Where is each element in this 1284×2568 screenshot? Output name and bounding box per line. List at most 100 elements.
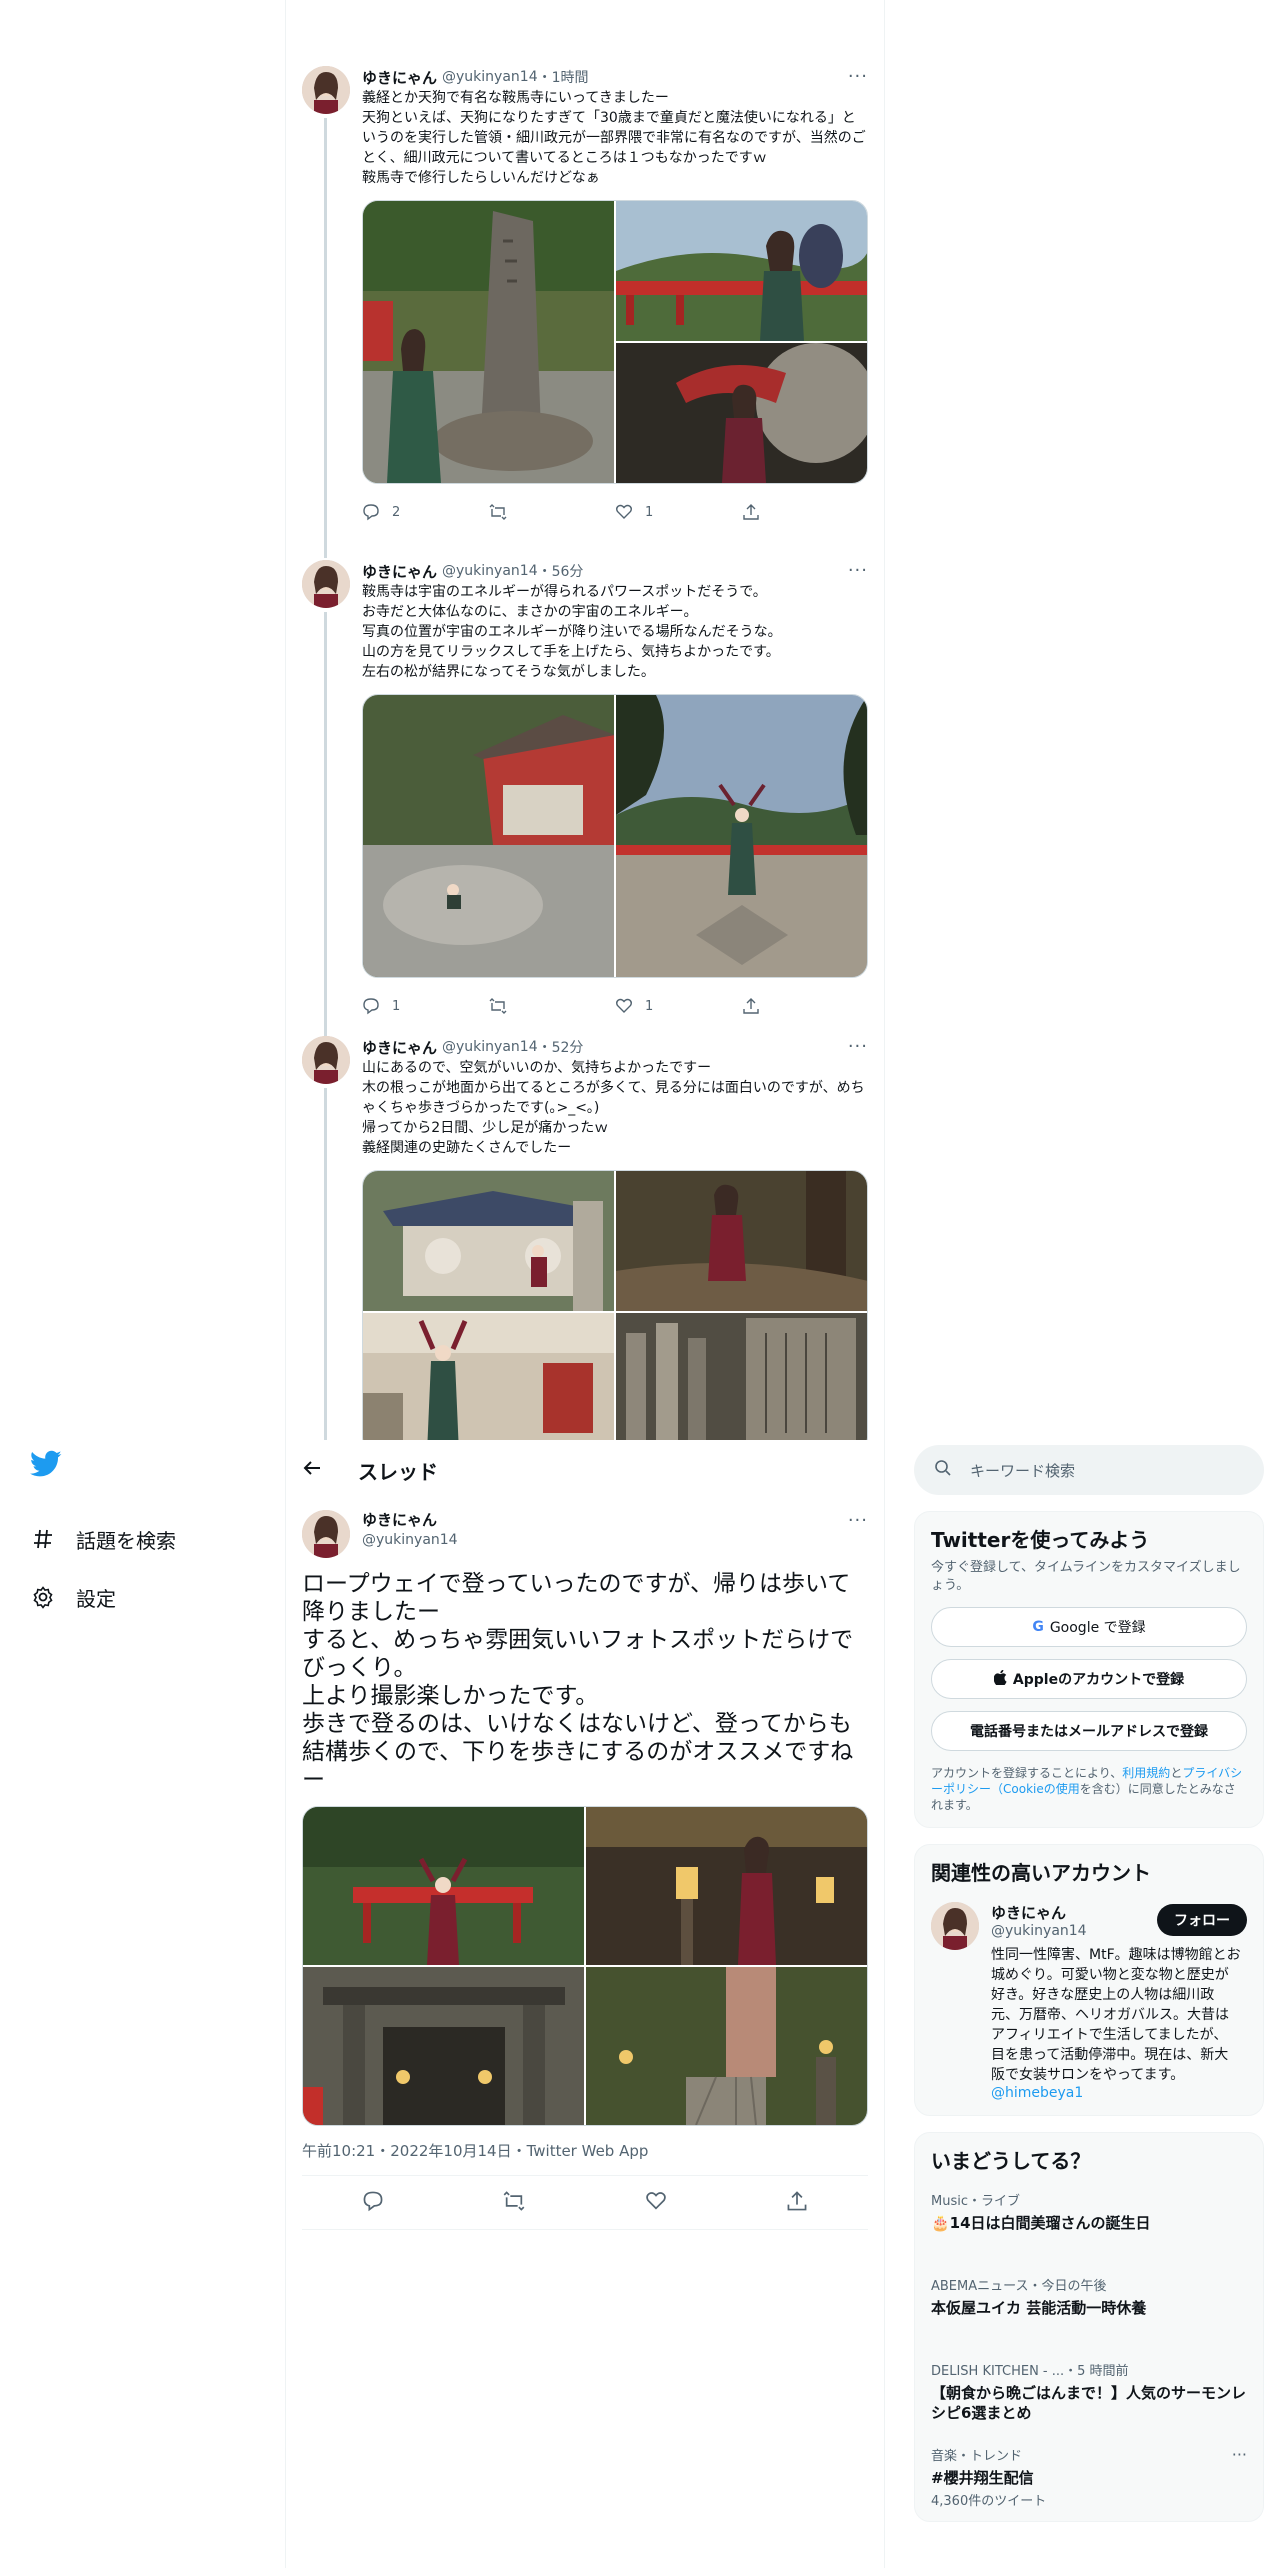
tweet[interactable]: ゆきにゃん @yukinyan14 ・ 52分 山にあるので、空気がいいのか、気… [286,1036,884,1446]
legal-prefix: アカウントを登録することにより、 [931,1766,1123,1780]
related-account[interactable]: ゆきにゃん @yukinyan14 性同一性障害、MtF。趣味は博物館とお城めぐ… [915,1892,1263,2115]
photo[interactable] [303,1967,584,2125]
nav-settings[interactable]: 設定 [30,1568,270,1626]
more-icon[interactable]: ··· [848,1036,868,1057]
follow-button[interactable]: フォロー [1157,1904,1247,1936]
sidebar-right: キーワード検索 Twitterを使ってみよう 今すぐ登録して、タイムラインをカス… [914,1445,1264,2522]
author-name[interactable]: ゆきにゃん [362,67,437,88]
photo[interactable] [363,201,614,483]
author-handle[interactable]: @yukinyan14 [442,563,538,579]
photo[interactable] [616,1171,867,1311]
apple-signup-label: Appleのアカウントで登録 [1012,1672,1185,1688]
photo[interactable] [303,1807,584,1965]
nav-settings-label: 設定 [76,1586,116,1611]
share-button[interactable] [742,997,869,1015]
avatar[interactable] [302,1036,350,1084]
twitter-logo-icon[interactable] [29,1450,64,1484]
avatar[interactable] [931,1902,979,1950]
related-bio: 性同一性障害、MtF。趣味は博物館とお城めぐり。可愛い物と変な物と歴史が好き。好… [991,1947,1241,2083]
tweet[interactable]: ゆきにゃん @yukinyan14 ・ 56分 鞍馬寺は宇宙のエネルギーが得られ… [286,560,884,1044]
tweet-media [302,1806,868,2126]
tweet-time[interactable]: 56分 [552,561,584,581]
google-signup-button[interactable]: G Google で登録 [931,1607,1247,1647]
related-bio-link[interactable]: @himebeya1 [991,2085,1241,2101]
nav-explore-label: 話題を検索 [76,1528,176,1553]
related-title: 関連性の高いアカウント [931,1861,1151,1885]
retweet-button[interactable] [489,997,616,1015]
heart-icon[interactable] [645,2190,667,2216]
retweet-button[interactable] [489,503,616,521]
like-button[interactable]: 1 [615,997,742,1015]
trend-item[interactable]: DELISH KITCHEN - ...・5 時間前 【朝食から晩ごはんまで！】… [915,2350,1263,2435]
share-icon[interactable] [786,2190,808,2216]
author-handle[interactable]: @yukinyan14 [442,69,538,85]
tweet-time[interactable]: 1時間 [552,67,589,87]
terms-link[interactable]: 利用規約 [1122,1766,1170,1780]
apple-signup-button[interactable]: Appleのアカウントで登録 [931,1659,1247,1699]
apple-icon [993,1669,1007,1689]
related-accounts-card: 関連性の高いアカウント ゆきにゃん @yukinyan14 性同一性障害、MtF… [914,1844,1264,2116]
heart-icon [616,998,632,1013]
google-signup-label: Google で登録 [1049,1620,1146,1636]
trend-title: 【朝食から晩ごはんまで！】人気のサーモンレシピ6選まとめ [931,2384,1247,2422]
back-arrow-icon[interactable] [302,1458,342,1483]
author-name[interactable]: ゆきにゃん [362,1510,458,1530]
retweet-icon[interactable] [503,2190,525,2216]
reply-icon[interactable] [362,2190,384,2216]
tweet-actions: 2 1 [362,490,868,534]
tweet-time[interactable]: 52分 [552,1037,584,1057]
avatar[interactable] [302,66,350,114]
phone-signup-button[interactable]: 電話番号またはメールアドレスで登録 [931,1711,1247,1751]
trend-item[interactable]: 音楽・トレンド #櫻井翔生配信 4,360件のツイート ··· [915,2435,1263,2521]
author-handle[interactable]: @yukinyan14 [362,1530,458,1550]
tweet-text: 山にあるので、空気がいいのか、気持ちよかったですー 木の根っこが地面から出てると… [362,1060,865,1156]
trends-title: いまどうしてる？ [931,2149,1091,2173]
trend-title: 🎂14日は白間美瑠さんの誕生日 [931,2214,1151,2232]
more-icon[interactable]: ··· [1232,2445,1247,2464]
like-count: 1 [645,998,654,1014]
trend-title: #櫻井翔生配信 [931,2469,1034,2487]
trend-item[interactable]: ABEMAニュース・今日の午後 本仮屋ユイカ 芸能活動一時休養 [915,2265,1263,2330]
reply-button[interactable]: 2 [362,503,489,521]
more-icon[interactable]: ··· [848,66,868,87]
reply-icon [363,504,379,521]
like-button[interactable]: 1 [615,503,742,521]
search-icon [934,1459,952,1481]
trend-context: DELISH KITCHEN - ...・5 時間前 [931,2364,1129,2379]
nav-explore[interactable]: 話題を検索 [30,1510,270,1568]
author-name[interactable]: ゆきにゃん [362,561,437,582]
author-handle[interactable]: @yukinyan14 [442,1039,538,1055]
photo[interactable] [616,695,867,977]
avatar[interactable] [302,560,350,608]
reply-button[interactable]: 1 [362,997,489,1015]
trend-count: 4,360件のツイート [931,2494,1047,2509]
photo[interactable] [363,695,614,977]
google-icon: G [1032,1619,1044,1635]
legal-and: と [1170,1766,1183,1780]
focal-tweet: ゆきにゃん @yukinyan14 ··· ロープウェイで登っていったのですが、… [286,1510,884,2230]
tweet[interactable]: ゆきにゃん @yukinyan14 ・ 1時間 義経とか天狗で有名な鞍馬寺にいっ… [286,66,884,558]
signup-legal: アカウントを登録することにより、利用規約とプライバシーポリシー（Cookieの使… [915,1751,1263,1827]
photo[interactable] [363,1313,614,1446]
heart-icon [616,504,632,519]
trends-card: いまどうしてる？ Music・ライブ 🎂14日は白間美瑠さんの誕生日 ABEMA… [914,2132,1264,2522]
photo[interactable] [363,1171,614,1311]
trend-context: Music・ライブ [931,2194,1020,2209]
gear-icon [30,1584,56,1610]
search-input[interactable]: キーワード検索 [914,1445,1264,1495]
more-icon[interactable]: ··· [848,1510,868,1531]
tweet-text: ロープウェイで登っていったのですが、帰りは歩いて降りましたー すると、めっちゃ雰… [302,1571,854,1793]
avatar[interactable] [302,1510,350,1558]
photo[interactable] [616,343,867,483]
author-name[interactable]: ゆきにゃん [362,1037,437,1058]
more-icon[interactable]: ··· [848,560,868,581]
share-button[interactable] [742,503,869,521]
photo[interactable] [616,201,867,341]
trend-item[interactable]: Music・ライブ 🎂14日は白間美瑠さんの誕生日 [915,2180,1263,2245]
trend-title: 本仮屋ユイカ 芸能活動一時休養 [931,2299,1147,2317]
photo[interactable] [586,1967,867,2125]
photo[interactable] [586,1807,867,1965]
signup-subtitle: 今すぐ登録して、タイムラインをカスタマイズしましょう。 [931,1560,1241,1593]
reply-icon [363,998,379,1015]
photo[interactable] [616,1313,867,1446]
